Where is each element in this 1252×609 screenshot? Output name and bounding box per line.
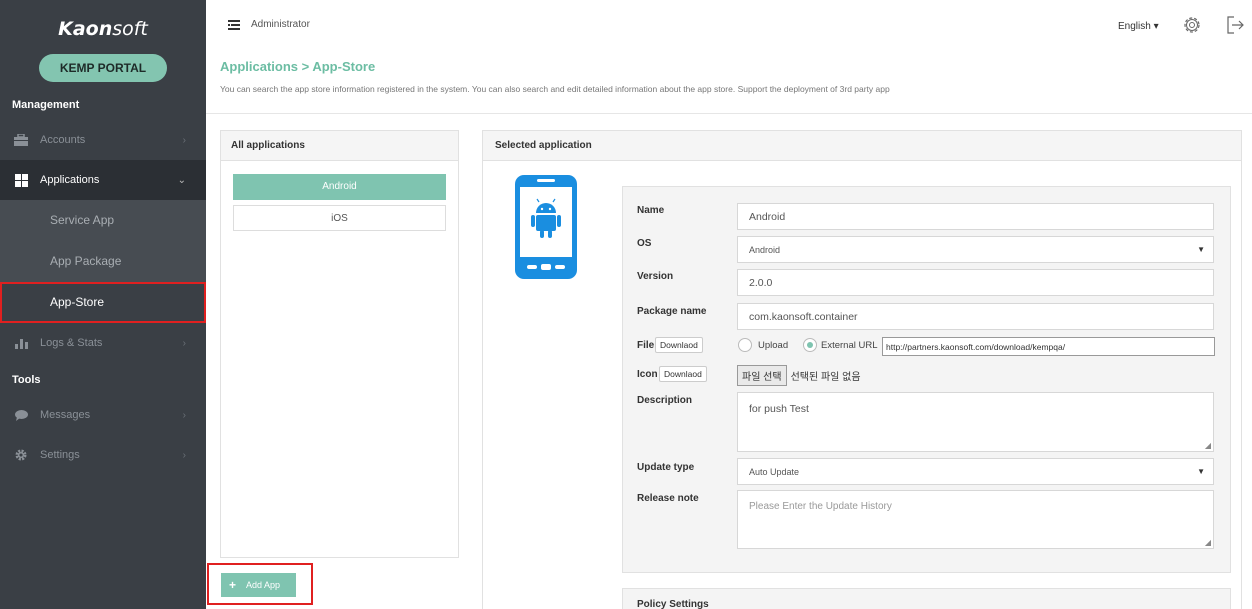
android-phone-icon [513, 173, 579, 284]
os-select[interactable]: Android ▼ [737, 236, 1214, 263]
release-note-label: Release note [637, 493, 699, 504]
external-url-label: External URL [821, 340, 878, 351]
chevron-right-icon: › [182, 449, 186, 461]
logout-icon[interactable] [1226, 15, 1244, 38]
language-dropdown[interactable]: English ▾ [1118, 21, 1159, 32]
briefcase-icon [14, 134, 28, 146]
logo-light-text: soft [112, 18, 148, 40]
chat-icon [14, 409, 28, 421]
description-label: Description [637, 395, 693, 406]
upload-radio[interactable] [738, 338, 752, 352]
package-name-input[interactable]: com.kaonsoft.container [737, 303, 1214, 330]
kaonsoft-logo: Kaon soft [0, 0, 206, 58]
page-header: Applications > App-Store You can search … [206, 52, 1252, 114]
plus-icon: + [229, 578, 237, 592]
icon-file-chooser: 파일 선택 선택된 파일 없음 [737, 365, 861, 386]
sidebar-item-accounts[interactable]: Accounts › [0, 120, 206, 160]
chevron-down-icon: ⌄ [177, 174, 186, 186]
version-input[interactable]: 2.0.0 [737, 269, 1214, 296]
update-type-value: Auto Update [749, 466, 800, 477]
os-label: OS [637, 238, 652, 249]
chevron-right-icon: › [182, 409, 186, 421]
policy-settings-section: Policy Settings [622, 588, 1231, 609]
caret-down-icon: ▼ [1197, 245, 1205, 254]
application-form: Name Android OS Android ▼ Version 2.0.0 … [622, 186, 1231, 573]
sidebar-item-label: Logs & Stats [40, 337, 103, 349]
kemp-portal-button[interactable]: KEMP PORTAL [39, 54, 167, 82]
package-name-label: Package name [637, 306, 707, 317]
choose-file-button[interactable]: 파일 선택 [737, 365, 787, 386]
user-name: Administrator [251, 19, 310, 30]
add-app-highlight: + Add App [207, 563, 313, 605]
all-applications-panel: All applications Android iOS [220, 130, 459, 558]
top-bar: Administrator English ▾ [206, 0, 1252, 52]
release-note-placeholder: Please Enter the Update History [749, 501, 892, 512]
caret-down-icon: ▼ [1197, 467, 1205, 476]
update-type-select[interactable]: Auto Update ▼ [737, 458, 1214, 485]
no-file-text: 선택된 파일 없음 [790, 372, 861, 383]
selected-application-header: Selected application [483, 131, 1241, 161]
upload-radio-label: Upload [758, 340, 789, 351]
sidebar-item-label: Accounts [40, 134, 86, 146]
page-description: You can search the app store information… [220, 84, 890, 94]
name-label: Name [637, 205, 665, 216]
app-list-item-android[interactable]: Android [233, 174, 446, 200]
section-management: Management [12, 99, 80, 111]
grid-icon [14, 173, 28, 187]
logo-bold-text: Kaon [58, 18, 113, 40]
menu-toggle-icon[interactable] [228, 20, 240, 33]
description-text: for push Test [749, 403, 809, 415]
description-textarea[interactable]: for push Test ◢ [737, 392, 1214, 452]
os-select-value: Android [749, 244, 781, 255]
file-label: File [637, 340, 655, 351]
sidebar: Kaon soft KEMP PORTAL Management Accounts… [0, 0, 206, 609]
all-applications-header: All applications [221, 131, 458, 161]
app-list-item-ios[interactable]: iOS [233, 205, 446, 231]
external-url-radio[interactable] [803, 338, 817, 352]
sidebar-subitem-app-store[interactable]: App-Store [0, 282, 206, 323]
sidebar-item-settings[interactable]: Settings › [0, 435, 206, 475]
release-note-textarea[interactable]: Please Enter the Update History ◢ [737, 490, 1214, 549]
page-title: Applications > App-Store [220, 59, 376, 74]
add-app-button[interactable]: + Add App [221, 573, 296, 597]
file-download-button[interactable]: Downlaod [655, 337, 703, 353]
version-label: Version [637, 271, 674, 282]
sidebar-subitem-service-app[interactable]: Service App [0, 200, 206, 241]
sidebar-item-logs-stats[interactable]: Logs & Stats › [0, 323, 206, 363]
sidebar-item-label: Settings [40, 449, 80, 461]
sidebar-subitem-app-package[interactable]: App Package [0, 241, 206, 282]
external-url-input[interactable]: http://partners.kaonsoft.com/download/ke… [882, 337, 1215, 356]
chevron-right-icon: › [182, 134, 186, 146]
sidebar-item-label: Applications [40, 174, 100, 186]
sidebar-item-applications[interactable]: Applications ⌄ [0, 160, 206, 200]
settings-gear-icon[interactable] [1182, 15, 1202, 38]
sidebar-item-label: Messages [40, 409, 91, 421]
bar-chart-icon [14, 337, 28, 349]
policy-settings-header: Policy Settings [637, 599, 709, 609]
selected-application-panel: Selected application Name Android OS And… [482, 130, 1242, 609]
chevron-right-icon: › [182, 337, 186, 349]
sidebar-item-messages[interactable]: Messages › [0, 395, 206, 435]
add-app-label: Add App [246, 580, 281, 590]
icon-download-button[interactable]: Downlaod [659, 366, 707, 382]
update-type-label: Update type [637, 462, 695, 473]
name-input[interactable]: Android [737, 203, 1214, 230]
icon-label: Icon [637, 369, 658, 380]
gear-icon [14, 449, 28, 461]
section-tools: Tools [12, 374, 41, 386]
resize-handle-icon[interactable]: ◢ [1205, 441, 1211, 450]
resize-handle-icon[interactable]: ◢ [1205, 538, 1211, 547]
